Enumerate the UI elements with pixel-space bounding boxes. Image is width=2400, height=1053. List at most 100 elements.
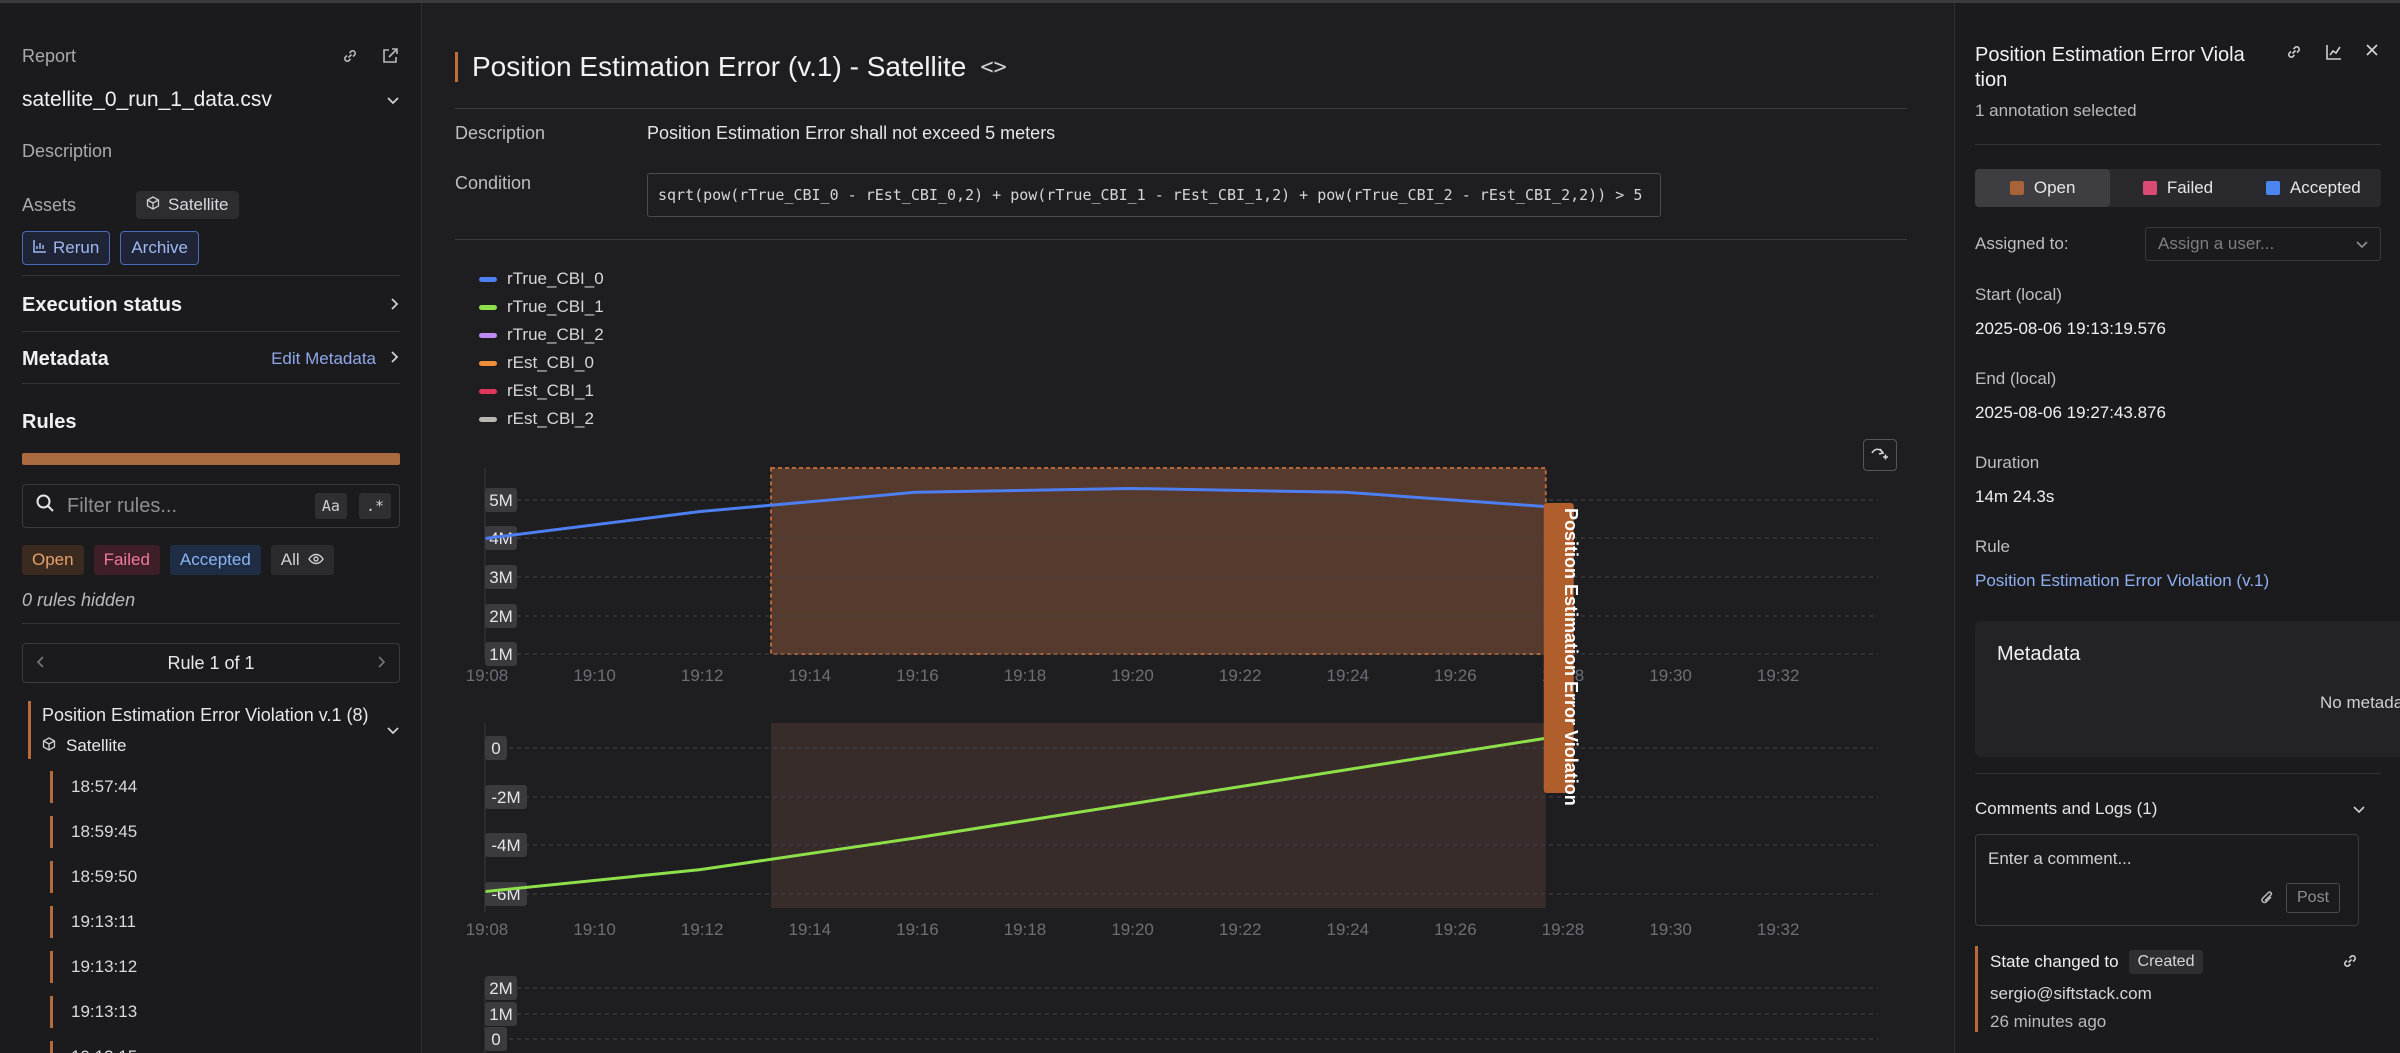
metadata-row[interactable]: Metadata Edit Metadata [22, 344, 400, 374]
x-tick-label: 19:30 [1649, 666, 1692, 685]
link-icon[interactable] [2341, 952, 2359, 975]
x-tick-label: 19:10 [573, 666, 616, 685]
report-actions: Rerun Archive [22, 231, 199, 265]
end-label: End (local) [1975, 369, 2057, 388]
state-label: Failed [2166, 178, 2214, 197]
divider [22, 331, 400, 332]
duration-label: Duration [1975, 453, 2040, 472]
rerun-button[interactable]: Rerun [22, 231, 111, 265]
chevron-right-icon[interactable] [377, 653, 387, 674]
x-tick-label: 19:22 [1219, 666, 1262, 685]
rules-hidden-count: 0 rules hidden [22, 590, 136, 610]
paperclip-icon[interactable] [2260, 889, 2274, 912]
tag-accepted[interactable]: Accepted [169, 545, 261, 575]
chevron-left-icon[interactable] [35, 653, 45, 674]
x-tick-label: 19:28 [1542, 920, 1585, 939]
x-tick-label: 19:22 [1219, 920, 1262, 939]
open-external-icon[interactable] [380, 46, 400, 66]
filter-rules-input[interactable]: Filter rules... Aa .* [22, 484, 400, 528]
y-tick-label: 2M [489, 607, 513, 626]
assign-user-select[interactable]: Assign a user... [2145, 227, 2381, 261]
list-item[interactable]: 18:57:44 [50, 771, 137, 803]
list-item[interactable]: 19:13:15 [50, 1041, 137, 1053]
link-icon[interactable] [340, 46, 360, 66]
x-tick-label: 19:08 [466, 920, 509, 939]
post-button[interactable]: Post [2286, 883, 2341, 913]
list-item[interactable]: 19:13:11 [50, 906, 137, 938]
list-item[interactable]: 19:13:12 [50, 951, 137, 983]
state-accepted-button[interactable]: Accepted [2246, 169, 2381, 207]
y-tick-label: 5M [489, 491, 513, 510]
x-tick-label: 19:20 [1111, 666, 1154, 685]
state-label: Accepted [2289, 178, 2361, 197]
rule-label: Rule [1975, 537, 2010, 556]
y-tick-label: -4M [491, 836, 520, 855]
log-entry: State changed to Created sergio@siftstac… [1975, 946, 2359, 1032]
chevron-down-icon[interactable] [386, 723, 400, 741]
archive-label: Archive [131, 238, 188, 257]
comments-header[interactable]: Comments and Logs (1) [1975, 799, 2365, 819]
divider [1975, 144, 2381, 145]
divider [22, 275, 400, 276]
report-label: Report [22, 45, 77, 66]
y-tick-label: 0 [491, 739, 500, 758]
metadata-empty-text: No metada [2320, 693, 2400, 712]
y-tick-label: -2M [491, 788, 520, 807]
execution-status-row[interactable]: Execution status [22, 290, 400, 320]
y-tick-label: 1M [489, 1005, 513, 1024]
close-icon[interactable] [2365, 43, 2379, 66]
rule-link[interactable]: Position Estimation Error Violation (v.1… [1975, 571, 2269, 591]
x-tick-label: 19:18 [1004, 920, 1047, 939]
archive-button[interactable]: Archive [120, 231, 199, 265]
metadata-title: Metadata [1997, 643, 2081, 665]
edit-metadata-link[interactable]: Edit Metadata [271, 349, 376, 369]
charts-area[interactable]: 5M4M3M2M1M19:08 19:10 19:12 19:14 19:16 19:18… [423, 3, 1953, 1053]
regex-button[interactable]: .* [358, 493, 391, 519]
comment-input[interactable]: Enter a comment... Post [1975, 834, 2359, 926]
chevron-down-icon [2353, 799, 2365, 819]
list-item[interactable]: 18:59:50 [50, 861, 137, 893]
x-tick-label: 19:18 [1004, 666, 1047, 685]
start-label: Start (local) [1975, 285, 2062, 304]
main-panel: Position Estimation Error (v.1) - Satell… [423, 3, 1953, 1053]
chevron-right-icon [390, 294, 400, 317]
match-case-button[interactable]: Aa [314, 493, 347, 519]
annotation-title: Position Estimation Error Violation [1975, 44, 2245, 91]
asset-chip-label: Satellite [168, 195, 229, 214]
tag-open[interactable]: Open [22, 545, 84, 575]
tag-all[interactable]: All [270, 545, 334, 575]
list-item[interactable]: 19:13:13 [50, 996, 137, 1028]
x-tick-label: 19:32 [1757, 666, 1800, 685]
rule-group-title: Position Estimation Error Violation v.1 … [42, 705, 369, 725]
left-sidebar: Report satellite_0_run_1_data.csv Descri… [0, 3, 422, 1053]
y-tick-label: 3M [489, 568, 513, 587]
end-value: 2025-08-06 19:27:43.876 [1975, 403, 2166, 422]
y-tick-label: 1M [489, 645, 513, 664]
x-tick-label: 19:24 [1327, 666, 1370, 685]
state-swatch [2142, 181, 2157, 195]
state-failed-button[interactable]: Failed [2110, 169, 2245, 207]
chart-icon [33, 238, 47, 258]
rule-pager: Rule 1 of 1 [22, 643, 400, 683]
state-label: Open [2033, 178, 2076, 197]
annotation-state-selector: Open Failed Accepted [1975, 169, 2381, 207]
violation-label: Position Estimation Error Violation [1561, 508, 1581, 806]
eye-icon [307, 550, 324, 570]
execution-status-label: Execution status [22, 293, 183, 316]
divider [1975, 773, 2381, 774]
rule-group[interactable]: Position Estimation Error Violation v.1 … [28, 701, 400, 759]
x-tick-label: 19:26 [1434, 666, 1477, 685]
link-icon[interactable] [2285, 43, 2303, 66]
chevron-down-icon [386, 88, 400, 112]
asset-chip[interactable]: Satellite [136, 191, 239, 219]
state-open-button[interactable]: Open [1975, 169, 2111, 207]
x-tick-label: 19:14 [789, 920, 832, 939]
list-item[interactable]: 18:59:45 [50, 816, 137, 848]
tag-failed[interactable]: Failed [93, 545, 160, 575]
metadata-section: Metadata No metada [1975, 621, 2400, 757]
y-tick-label: 2M [489, 979, 513, 998]
chart-line-icon[interactable] [2325, 43, 2343, 66]
rule-annotation-list: 18:57:44 18:59:45 18:59:50 19:13:11 19:1… [50, 771, 137, 1053]
log-state-text: State changed to [1990, 952, 2119, 971]
report-file-select[interactable]: satellite_0_run_1_data.csv [22, 85, 400, 115]
